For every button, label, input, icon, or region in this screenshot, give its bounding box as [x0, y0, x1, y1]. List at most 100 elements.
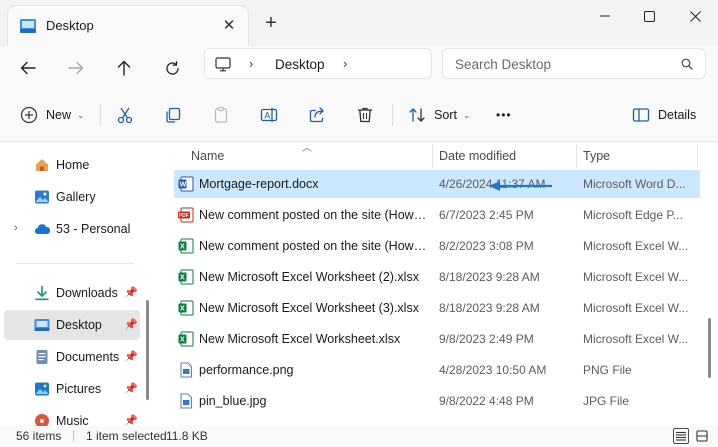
plus-circle-icon [20, 106, 38, 124]
rename-button[interactable]: A [260, 102, 278, 128]
sidebar-divider [16, 263, 134, 264]
svg-text:X: X [180, 244, 185, 251]
file-type: Microsoft Excel W... [583, 301, 689, 315]
column-header-type[interactable]: Type [583, 142, 693, 170]
sidebar-item-music[interactable]: Music 📌 [4, 406, 140, 426]
file-row[interactable]: W Mortgage-report.docx 4/26/2024 11:37 A… [174, 170, 700, 198]
copy-button[interactable] [164, 102, 182, 128]
file-type: Microsoft Excel W... [583, 332, 689, 346]
file-row[interactable]: X New Microsoft Excel Worksheet (2).xlsx… [174, 263, 700, 291]
file-date: 8/18/2023 9:28 AM [439, 301, 540, 315]
new-tab-button[interactable]: + [260, 13, 282, 35]
minimize-icon[interactable] [582, 6, 628, 26]
breadcrumb-desktop[interactable]: Desktop [275, 57, 325, 72]
file-date: 9/8/2023 2:49 PM [439, 332, 534, 346]
gallery-icon [35, 190, 49, 204]
pin-icon[interactable]: 📌 [124, 414, 138, 426]
file-type: Microsoft Excel W... [583, 270, 689, 284]
new-label: New [46, 108, 72, 122]
sidebar-scrollbar[interactable] [146, 300, 149, 400]
file-date: 9/8/2022 4:48 PM [439, 394, 534, 408]
sidebar-item-gallery[interactable]: Gallery [4, 182, 140, 212]
file-row[interactable]: PDF New comment posted on the site (How … [174, 201, 700, 229]
address-bar[interactable]: › Desktop › [204, 48, 432, 79]
share-button[interactable] [308, 102, 326, 128]
file-row[interactable]: X New Microsoft Excel Worksheet.xlsx 9/8… [174, 325, 700, 353]
tab-title: Desktop [46, 18, 94, 33]
search-input[interactable] [455, 55, 675, 73]
svg-text:X: X [180, 306, 185, 313]
svg-text:A: A [264, 111, 270, 121]
new-button[interactable]: New ⌄ [20, 102, 85, 128]
maximize-icon[interactable] [626, 6, 672, 26]
chevron-down-icon: ⌄ [77, 109, 85, 120]
up-arrow-icon[interactable] [110, 54, 138, 82]
column-header-name[interactable]: Name [191, 142, 431, 170]
share-icon [309, 107, 324, 123]
back-arrow-icon[interactable] [14, 54, 42, 82]
details-button[interactable]: Details [632, 102, 696, 128]
pdf-icon: PDF [178, 207, 194, 223]
image-file-icon [180, 393, 192, 409]
column-divider[interactable] [432, 144, 433, 168]
close-tab-icon[interactable]: ✕ [220, 16, 238, 34]
status-bar: 56 items | 1 item selected 11.8 KB [0, 426, 718, 447]
column-header-date-modified[interactable]: Date modified [439, 142, 575, 170]
column-divider[interactable] [697, 144, 698, 168]
excel-icon: X [178, 269, 194, 285]
pin-icon[interactable]: 📌 [124, 318, 138, 331]
tab-desktop[interactable]: Desktop ✕ [8, 6, 248, 46]
sort-button[interactable]: Sort ⌄ [408, 102, 470, 128]
pin-icon[interactable]: 📌 [124, 350, 138, 363]
details-pane-icon [632, 108, 650, 122]
sidebar-item-onedrive[interactable]: › 53 - Personal [4, 214, 140, 244]
file-type: Microsoft Word D... [583, 177, 686, 191]
sidebar-item-desktop[interactable]: Desktop 📌 [4, 310, 140, 340]
sidebar-item-home[interactable]: Home [4, 150, 140, 180]
excel-icon: X [178, 331, 194, 347]
search-icon[interactable] [681, 58, 693, 70]
copy-icon [166, 107, 181, 123]
item-count: 56 items [16, 429, 62, 443]
sidebar-item-label: Downloads [56, 286, 118, 300]
home-icon [36, 159, 48, 171]
more-options-icon[interactable]: ••• [496, 102, 512, 128]
paste-button[interactable] [212, 102, 230, 128]
file-row[interactable]: X New comment posted on the site (How t.… [174, 232, 700, 260]
search-box [442, 48, 706, 79]
file-date: 6/7/2023 2:45 PM [439, 208, 534, 222]
file-name: New comment posted on the site (How t... [199, 239, 429, 253]
monitor-icon [215, 57, 231, 72]
file-type: Microsoft Edge P... [583, 208, 683, 222]
cut-button[interactable] [116, 102, 134, 128]
pin-icon[interactable]: 📌 [124, 286, 138, 299]
file-row[interactable]: performance.png 4/28/2023 10:50 AM PNG F… [174, 356, 700, 384]
file-row[interactable]: pin_blue.jpg 9/8/2022 4:48 PM JPG File [174, 387, 700, 415]
tiles-view-icon[interactable] [694, 428, 710, 444]
scissors-icon [117, 107, 133, 124]
breadcrumb-separator-icon[interactable]: › [249, 56, 253, 71]
column-headers: ︿ Name Date modified Type [160, 142, 700, 170]
breadcrumb-chevron-icon[interactable]: › [343, 56, 347, 71]
desktop-icon [34, 319, 50, 331]
details-view-icon[interactable] [673, 428, 689, 444]
pictures-icon [35, 382, 49, 396]
sidebar-item-pictures[interactable]: Pictures 📌 [4, 374, 140, 404]
desktop-folder-icon [20, 19, 36, 33]
command-bar: New ⌄ A Sort ⌄ ••• Details [0, 88, 718, 142]
sidebar-item-downloads[interactable]: Downloads 📌 [4, 278, 140, 308]
delete-button[interactable] [356, 102, 374, 128]
rename-icon: A [260, 108, 278, 122]
sidebar-item-label: Home [56, 158, 90, 172]
file-date: 4/28/2023 10:50 AM [439, 363, 547, 377]
pointer-arrow-icon [489, 181, 552, 191]
expand-chevron-icon[interactable]: › [14, 222, 18, 234]
refresh-icon[interactable] [158, 54, 186, 82]
file-list-scrollbar[interactable] [708, 318, 711, 378]
close-window-icon[interactable] [672, 6, 718, 26]
forward-arrow-icon[interactable] [62, 54, 90, 82]
file-row[interactable]: X New Microsoft Excel Worksheet (3).xlsx… [174, 294, 700, 322]
pin-icon[interactable]: 📌 [124, 382, 138, 395]
sidebar-item-documents[interactable]: Documents 📌 [4, 342, 140, 372]
column-divider[interactable] [576, 144, 577, 168]
